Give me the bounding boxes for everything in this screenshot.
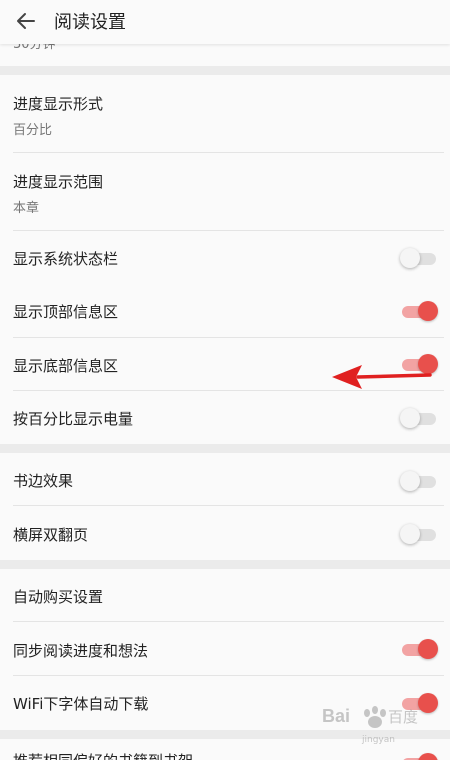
row-value: 本章: [13, 201, 40, 216]
svg-text:Bai: Bai: [322, 706, 350, 726]
row-label: 横屏双翻页: [13, 526, 89, 544]
toggle-switch[interactable]: [402, 639, 438, 659]
back-arrow-icon[interactable]: [14, 9, 38, 33]
settings-row-auto-purchase[interactable]: 自动购买设置: [0, 569, 450, 622]
row-label: 显示底部信息区: [13, 357, 119, 375]
settings-row-book-edge[interactable]: 书边效果: [0, 453, 450, 506]
row-label: 进度显示形式: [13, 95, 104, 113]
row-label: 同步阅读进度和想法: [13, 642, 149, 660]
toggle-switch[interactable]: [400, 524, 438, 544]
toggle-switch[interactable]: [400, 408, 438, 428]
toggle-switch[interactable]: [400, 248, 438, 268]
red-pointer-arrow-icon: [332, 365, 432, 389]
row-label: 显示顶部信息区: [13, 303, 119, 321]
settings-row-sync-progress[interactable]: 同步阅读进度和想法: [0, 622, 450, 676]
settings-row-battery-percent[interactable]: 按百分比显示电量: [0, 391, 450, 444]
row-value: 百分比: [13, 123, 53, 138]
row-label: 按百分比显示电量: [13, 410, 134, 428]
app-bar: 阅读设置: [0, 0, 450, 44]
settings-row-progress-range[interactable]: 进度显示范围 本章: [0, 153, 450, 231]
section-divider: [0, 444, 450, 453]
toggle-switch[interactable]: [402, 753, 438, 760]
settings-row-top-info[interactable]: 显示顶部信息区: [0, 285, 450, 338]
settings-row-system-statusbar[interactable]: 显示系统状态栏: [0, 231, 450, 285]
row-label: 显示系统状态栏: [13, 250, 119, 268]
section-divider: [0, 66, 450, 75]
row-label: WiFi下字体自动下载: [13, 695, 149, 713]
svg-text:百度: 百度: [388, 708, 418, 726]
row-label: 进度显示范围: [13, 173, 104, 191]
toggle-switch[interactable]: [402, 301, 438, 321]
settings-row-landscape-double[interactable]: 横屏双翻页: [0, 506, 450, 560]
page-title: 阅读设置: [54, 12, 126, 33]
baidu-watermark-logo: Bai 百度 jingyan: [322, 706, 418, 745]
section-divider: [0, 560, 450, 569]
row-label: 书边效果: [13, 472, 74, 490]
row-label: 自动购买设置: [13, 588, 104, 606]
settings-row-progress-format[interactable]: 进度显示形式 百分比: [0, 75, 450, 153]
svg-text:jingyan: jingyan: [361, 735, 395, 745]
toggle-switch[interactable]: [400, 471, 438, 491]
row-label: 推荐相同偏好的书籍到书架: [13, 750, 193, 760]
